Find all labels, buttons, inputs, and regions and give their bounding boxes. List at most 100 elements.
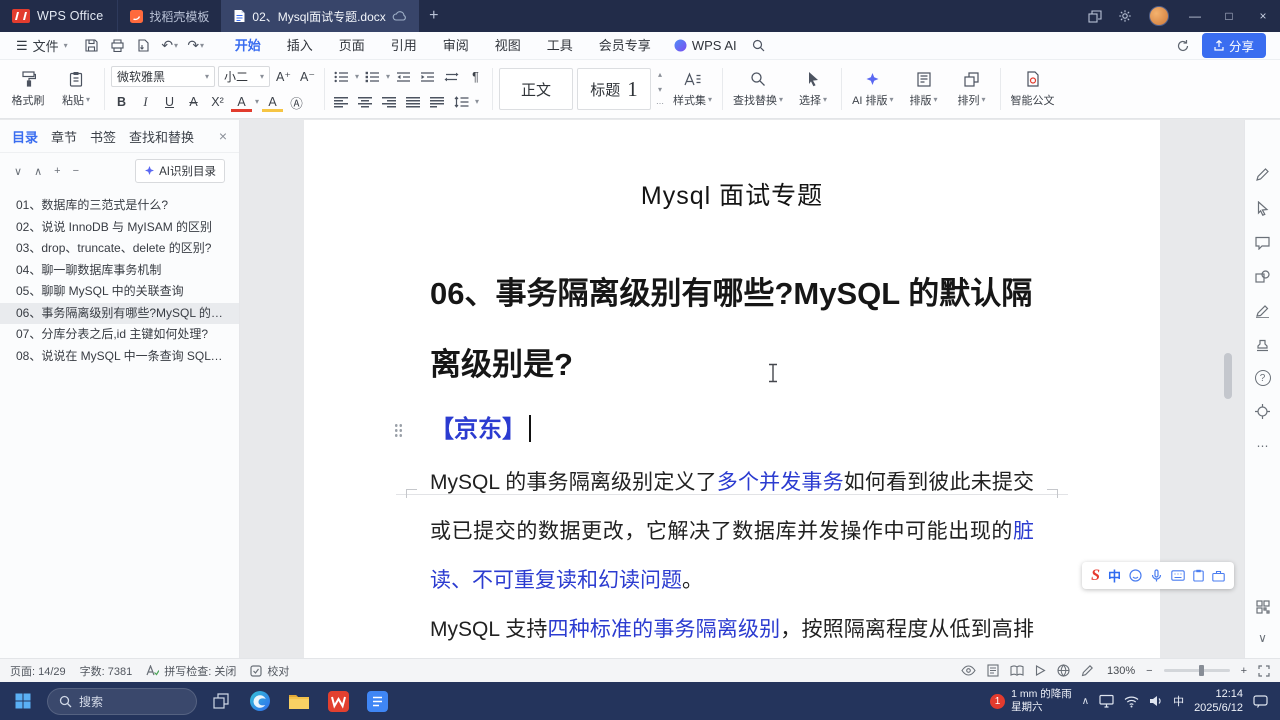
paragraph-drag-handle[interactable]	[394, 423, 403, 438]
toc-item[interactable]: 05、聊聊 MySQL 中的关联查询	[0, 281, 239, 303]
locate-icon[interactable]	[1254, 403, 1271, 420]
font-size-select[interactable]: 小二 ▾	[218, 66, 270, 87]
read-mode-icon[interactable]	[1010, 665, 1024, 676]
wps-brand-menu[interactable]: WPS Office	[0, 0, 117, 32]
tab-reference[interactable]: 引用	[378, 32, 430, 60]
select-tool-icon[interactable]	[1254, 200, 1271, 217]
status-proofread[interactable]: 校对	[250, 663, 289, 679]
style-heading1[interactable]: 标题 1	[577, 68, 652, 110]
ime-mode-indicator[interactable]: 中	[1108, 566, 1121, 585]
ai-layout-button[interactable]: AI 排版 ▾	[848, 70, 897, 108]
document-scrollbar[interactable]	[1224, 120, 1232, 658]
toc-zoom-in-icon[interactable]: +	[54, 165, 60, 177]
file-explorer-icon[interactable]	[284, 686, 314, 716]
docs-app-icon[interactable]	[362, 686, 392, 716]
zoom-slider[interactable]	[1163, 665, 1230, 676]
zoom-slider-thumb[interactable]	[1199, 665, 1205, 676]
user-avatar[interactable]	[1149, 6, 1169, 26]
ime-emoji-icon[interactable]	[1129, 569, 1142, 582]
help-icon[interactable]: ?	[1254, 370, 1271, 386]
share-button[interactable]: 分享	[1201, 33, 1266, 58]
grow-font-button[interactable]: A⁺	[273, 67, 294, 87]
annotate-pen-icon[interactable]	[1081, 664, 1094, 677]
file-menu-button[interactable]: ☰ 文件 ▾	[8, 36, 76, 55]
display-icon[interactable]	[1099, 694, 1114, 708]
zoom-in-icon[interactable]: +	[1241, 665, 1247, 677]
notification-center-icon[interactable]	[1253, 694, 1268, 708]
font-color-button[interactable]: A	[231, 95, 252, 112]
paste-button[interactable]: 粘贴 ▾	[54, 70, 98, 108]
comment-icon[interactable]	[1254, 234, 1271, 251]
sidebar-tab-find-replace[interactable]: 查找和替换	[129, 127, 194, 146]
ime-toolbar[interactable]: S 中	[1082, 562, 1234, 589]
undo-button[interactable]: ↶ ▾	[158, 35, 182, 57]
toc-item[interactable]: 03、drop、truncate、delete 的区别?	[0, 238, 239, 260]
network-icon[interactable]	[1124, 695, 1139, 708]
style-gallery-more-icon[interactable]: ⋯	[656, 99, 664, 108]
task-view-icon[interactable]	[206, 686, 236, 716]
increase-indent-button[interactable]	[417, 67, 438, 87]
tab-tools[interactable]: 工具	[534, 32, 586, 60]
tab-page[interactable]: 页面	[326, 32, 378, 60]
ime-clipboard-icon[interactable]	[1193, 569, 1204, 582]
taskbar-search[interactable]: 搜索	[47, 687, 197, 715]
italic-button[interactable]: I	[135, 92, 156, 112]
sidebar-tab-toc[interactable]: 目录	[12, 127, 38, 146]
sidebar-close-icon[interactable]: ×	[219, 128, 227, 144]
status-spellcheck[interactable]: 拼写检查: 关闭	[146, 663, 236, 679]
document-page[interactable]: Mysql 面试专题 06、事务隔离级别有哪些?MySQL 的默认隔离级别是? …	[304, 120, 1160, 658]
strikethrough-button[interactable]: A	[183, 92, 204, 112]
stamp-icon[interactable]	[1254, 336, 1271, 353]
tab-docer-home[interactable]: 找稻壳模板	[117, 0, 221, 32]
sidebar-tab-bookmarks[interactable]: 书签	[90, 127, 116, 146]
scrollbar-thumb[interactable]	[1224, 353, 1232, 399]
smart-doc-button[interactable]: 智能公文	[1007, 70, 1059, 108]
save-icon[interactable]	[80, 35, 104, 57]
char-shading-button[interactable]: Ⓐ	[286, 92, 307, 112]
page-view-icon[interactable]	[987, 664, 999, 677]
more-tools-icon[interactable]: ⋯	[1254, 437, 1271, 454]
ai-recognize-toc-button[interactable]: AI识别目录	[135, 159, 225, 183]
start-button[interactable]	[8, 686, 38, 716]
weather-widget[interactable]: 1 1 mm 的降雨 星期六	[990, 688, 1072, 714]
format-painter-button[interactable]: 格式刷	[6, 70, 50, 108]
redo-button[interactable]: ↷ ▾	[184, 35, 208, 57]
status-word-count[interactable]: 字数: 7381	[80, 663, 133, 679]
distribute-button[interactable]	[427, 92, 448, 112]
style-normal[interactable]: 正文	[499, 68, 574, 110]
decrease-indent-button[interactable]	[393, 67, 414, 87]
tray-expand-icon[interactable]: ∧	[1082, 696, 1089, 707]
play-presentation-icon[interactable]	[1035, 665, 1046, 676]
export-pdf-icon[interactable]	[132, 35, 156, 57]
status-page-indicator[interactable]: 页面: 14/29	[10, 663, 66, 679]
underline-button[interactable]: U	[159, 92, 180, 112]
select-button[interactable]: 选择 ▾	[791, 70, 835, 108]
highlighter-icon[interactable]	[1254, 302, 1271, 319]
tab-document[interactable]: 02、Mysql面试专题.docx	[221, 0, 419, 32]
ime-language-indicator[interactable]: 中	[1173, 693, 1184, 709]
print-icon[interactable]	[106, 35, 130, 57]
collapse-all-icon[interactable]: ∨	[14, 165, 22, 178]
shapes-icon[interactable]	[1254, 268, 1271, 285]
web-layout-icon[interactable]	[1057, 664, 1070, 677]
volume-icon[interactable]	[1149, 695, 1163, 707]
justify-button[interactable]	[403, 92, 424, 112]
align-right-button[interactable]	[379, 92, 400, 112]
toc-item[interactable]: 07、分库分表之后,id 主键如何处理?	[0, 324, 239, 346]
toc-item-selected[interactable]: 06、事务隔离级别有哪些?MySQL 的默认...	[0, 302, 239, 324]
qr-share-icon[interactable]	[1254, 598, 1271, 615]
zoom-out-icon[interactable]: −	[1146, 665, 1152, 677]
superscript-button[interactable]: X²	[207, 92, 228, 112]
toc-item[interactable]: 01、数据库的三范式是什么?	[0, 195, 239, 217]
align-center-button[interactable]	[355, 92, 376, 112]
style-set-button[interactable]: 样式集 ▾	[669, 70, 716, 108]
layout-button[interactable]: 排版 ▾	[902, 70, 946, 108]
new-tab-button[interactable]: +	[419, 0, 449, 32]
toc-item[interactable]: 04、聊一聊数据库事务机制	[0, 260, 239, 282]
ime-keyboard-icon[interactable]	[1171, 570, 1185, 581]
toc-item[interactable]: 08、说说在 MySQL 中一条查询 SQL 是...	[0, 346, 239, 368]
search-icon[interactable]	[747, 35, 771, 57]
highlight-color-button[interactable]: A	[262, 95, 284, 112]
arrange-button[interactable]: 排列 ▾	[950, 70, 994, 108]
taskbar-clock[interactable]: 12:14 2025/6/12	[1194, 687, 1243, 716]
